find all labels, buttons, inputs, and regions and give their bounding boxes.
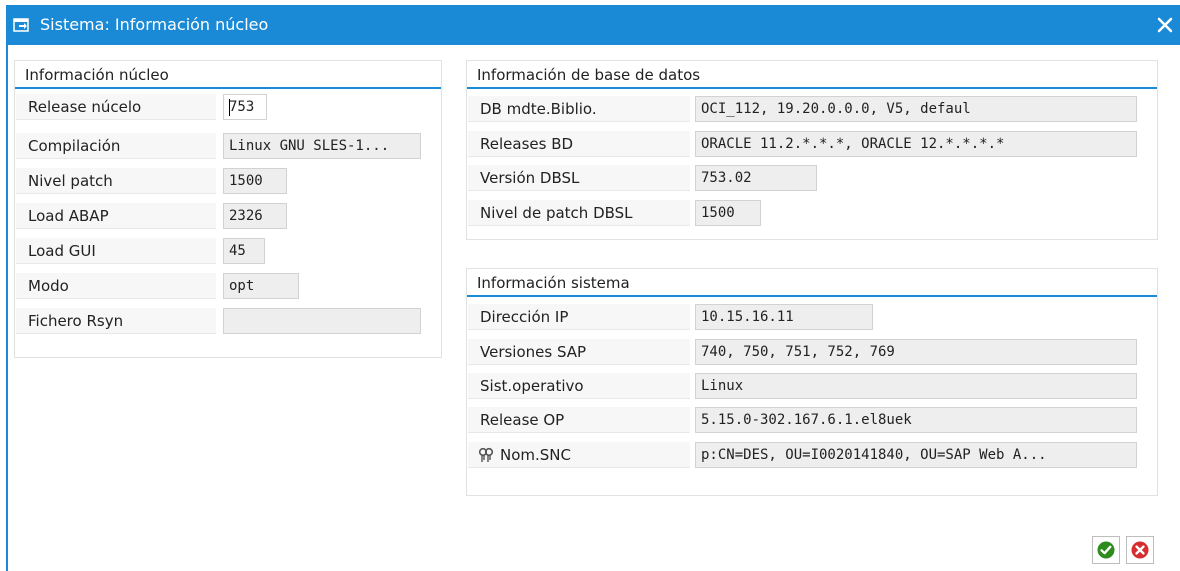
- kernel-row-compilation: Compilación Linux GNU SLES-1...: [15, 133, 441, 161]
- system-row-ip: Dirección IP 10.15.16.11: [467, 304, 1157, 332]
- dialog-title: Sistema: Información núcleo: [40, 15, 269, 34]
- db-row-label: Releases BD: [468, 131, 690, 157]
- kernel-release-field[interactable]: 753: [223, 94, 267, 120]
- kernel-compilation-field[interactable]: Linux GNU SLES-1...: [223, 133, 421, 159]
- title-bar: Sistema: Información núcleo: [6, 5, 1180, 45]
- close-icon[interactable]: [1154, 14, 1176, 36]
- focus-corner: [224, 114, 229, 119]
- db-row-dbsl-patch: Nivel de patch DBSL 1500: [467, 200, 1157, 228]
- system-snc-field[interactable]: p:CN=DES, OU=I0020141840, OU=SAP Web A..…: [695, 442, 1137, 468]
- window-left-border: [6, 45, 8, 571]
- system-row-label: Sist.operativo: [468, 373, 690, 399]
- db-row-label: Nivel de patch DBSL: [468, 200, 690, 226]
- check-icon: [1097, 541, 1115, 559]
- db-row-releases: Releases BD ORACLE 11.2.*.*.*, ORACLE 12…: [467, 131, 1157, 159]
- kernel-patch-field[interactable]: 1500: [223, 168, 287, 194]
- kernel-row-patch: Nivel patch 1500: [15, 168, 441, 196]
- system-row-label-snc: Nom.SNC: [468, 442, 690, 468]
- system-row-os: Sist.operativo Linux: [467, 373, 1157, 401]
- system-ip-field[interactable]: 10.15.16.11: [695, 304, 873, 330]
- system-info-group: Información sistema Dirección IP 10.15.1…: [466, 268, 1158, 496]
- kernel-row-label: Modo: [16, 273, 216, 299]
- kernel-row-label: Release núcelo: [16, 94, 216, 120]
- system-row-label: Dirección IP: [468, 304, 690, 330]
- kernel-row-label: Compilación: [16, 133, 216, 159]
- db-info-group: Información de base de datos DB mdte.Bib…: [466, 60, 1158, 240]
- db-info-title: Información de base de datos: [467, 61, 1157, 89]
- confirm-button[interactable]: [1092, 536, 1120, 564]
- system-row-snc: Nom.SNC p:CN=DES, OU=I0020141840, OU=SAP…: [467, 442, 1157, 470]
- system-os-release-field[interactable]: 5.15.0-302.167.6.1.el8uek: [695, 407, 1137, 433]
- dialog-window: Sistema: Información núcleo Información …: [0, 0, 1180, 571]
- system-os-field[interactable]: Linux: [695, 373, 1137, 399]
- system-info-title-label: Información sistema: [477, 274, 630, 292]
- kernel-row-mode: Modo opt: [15, 273, 441, 301]
- system-row-os-release: Release OP 5.15.0-302.167.6.1.el8uek: [467, 407, 1157, 435]
- kernel-row-load-abap: Load ABAP 2326: [15, 203, 441, 231]
- kernel-row-release: Release núcelo 753: [15, 94, 441, 122]
- focus-corner: [261, 95, 266, 100]
- system-row-label: Release OP: [468, 407, 690, 433]
- text-cursor: [229, 99, 230, 116]
- system-sap-versions-field[interactable]: 740, 750, 751, 752, 769: [695, 339, 1137, 365]
- kernel-row-label: Load ABAP: [16, 203, 216, 229]
- db-dbsl-version-field[interactable]: 753.02: [695, 165, 817, 191]
- kernel-load-abap-field[interactable]: 2326: [223, 203, 287, 229]
- db-dbsl-patch-field[interactable]: 1500: [695, 200, 761, 226]
- kernel-release-value: 753: [229, 99, 255, 115]
- snc-key-icon: [478, 447, 494, 462]
- db-info-title-label: Información de base de datos: [477, 66, 701, 84]
- kernel-info-title: Información núcleo: [15, 61, 441, 89]
- cancel-button[interactable]: [1126, 536, 1154, 564]
- snc-label: Nom.SNC: [500, 446, 571, 464]
- kernel-row-label: Fichero Rsyn: [16, 308, 216, 334]
- kernel-info-title-label: Información núcleo: [25, 66, 169, 84]
- db-releases-field[interactable]: ORACLE 11.2.*.*.*, ORACLE 12.*.*.*.*: [695, 131, 1137, 157]
- db-row-label: Versión DBSL: [468, 165, 690, 191]
- kernel-mode-field[interactable]: opt: [223, 273, 299, 299]
- kernel-info-group: Información núcleo Release núcelo 753 Co…: [14, 60, 442, 358]
- db-row-label: DB mdte.Biblio.: [468, 96, 690, 122]
- focus-corner: [224, 95, 229, 100]
- system-info-title: Información sistema: [467, 269, 1157, 297]
- system-row-sap-versions: Versiones SAP 740, 750, 751, 752, 769: [467, 339, 1157, 367]
- window-icon: [13, 18, 29, 32]
- kernel-load-gui-field[interactable]: 45: [223, 238, 265, 264]
- db-row-dbsl-version: Versión DBSL 753.02: [467, 165, 1157, 193]
- kernel-row-load-gui: Load GUI 45: [15, 238, 441, 266]
- db-row-library: DB mdte.Biblio. OCI_112, 19.20.0.0.0, V5…: [467, 96, 1157, 124]
- db-library-field[interactable]: OCI_112, 19.20.0.0.0, V5, defaul: [695, 96, 1137, 122]
- kernel-row-label: Load GUI: [16, 238, 216, 264]
- focus-corner: [261, 114, 266, 119]
- cancel-icon: [1131, 541, 1149, 559]
- system-row-label: Versiones SAP: [468, 339, 690, 365]
- kernel-row-rsyn: Fichero Rsyn: [15, 308, 441, 336]
- kernel-row-label: Nivel patch: [16, 168, 216, 194]
- kernel-rsyn-field[interactable]: [223, 308, 421, 334]
